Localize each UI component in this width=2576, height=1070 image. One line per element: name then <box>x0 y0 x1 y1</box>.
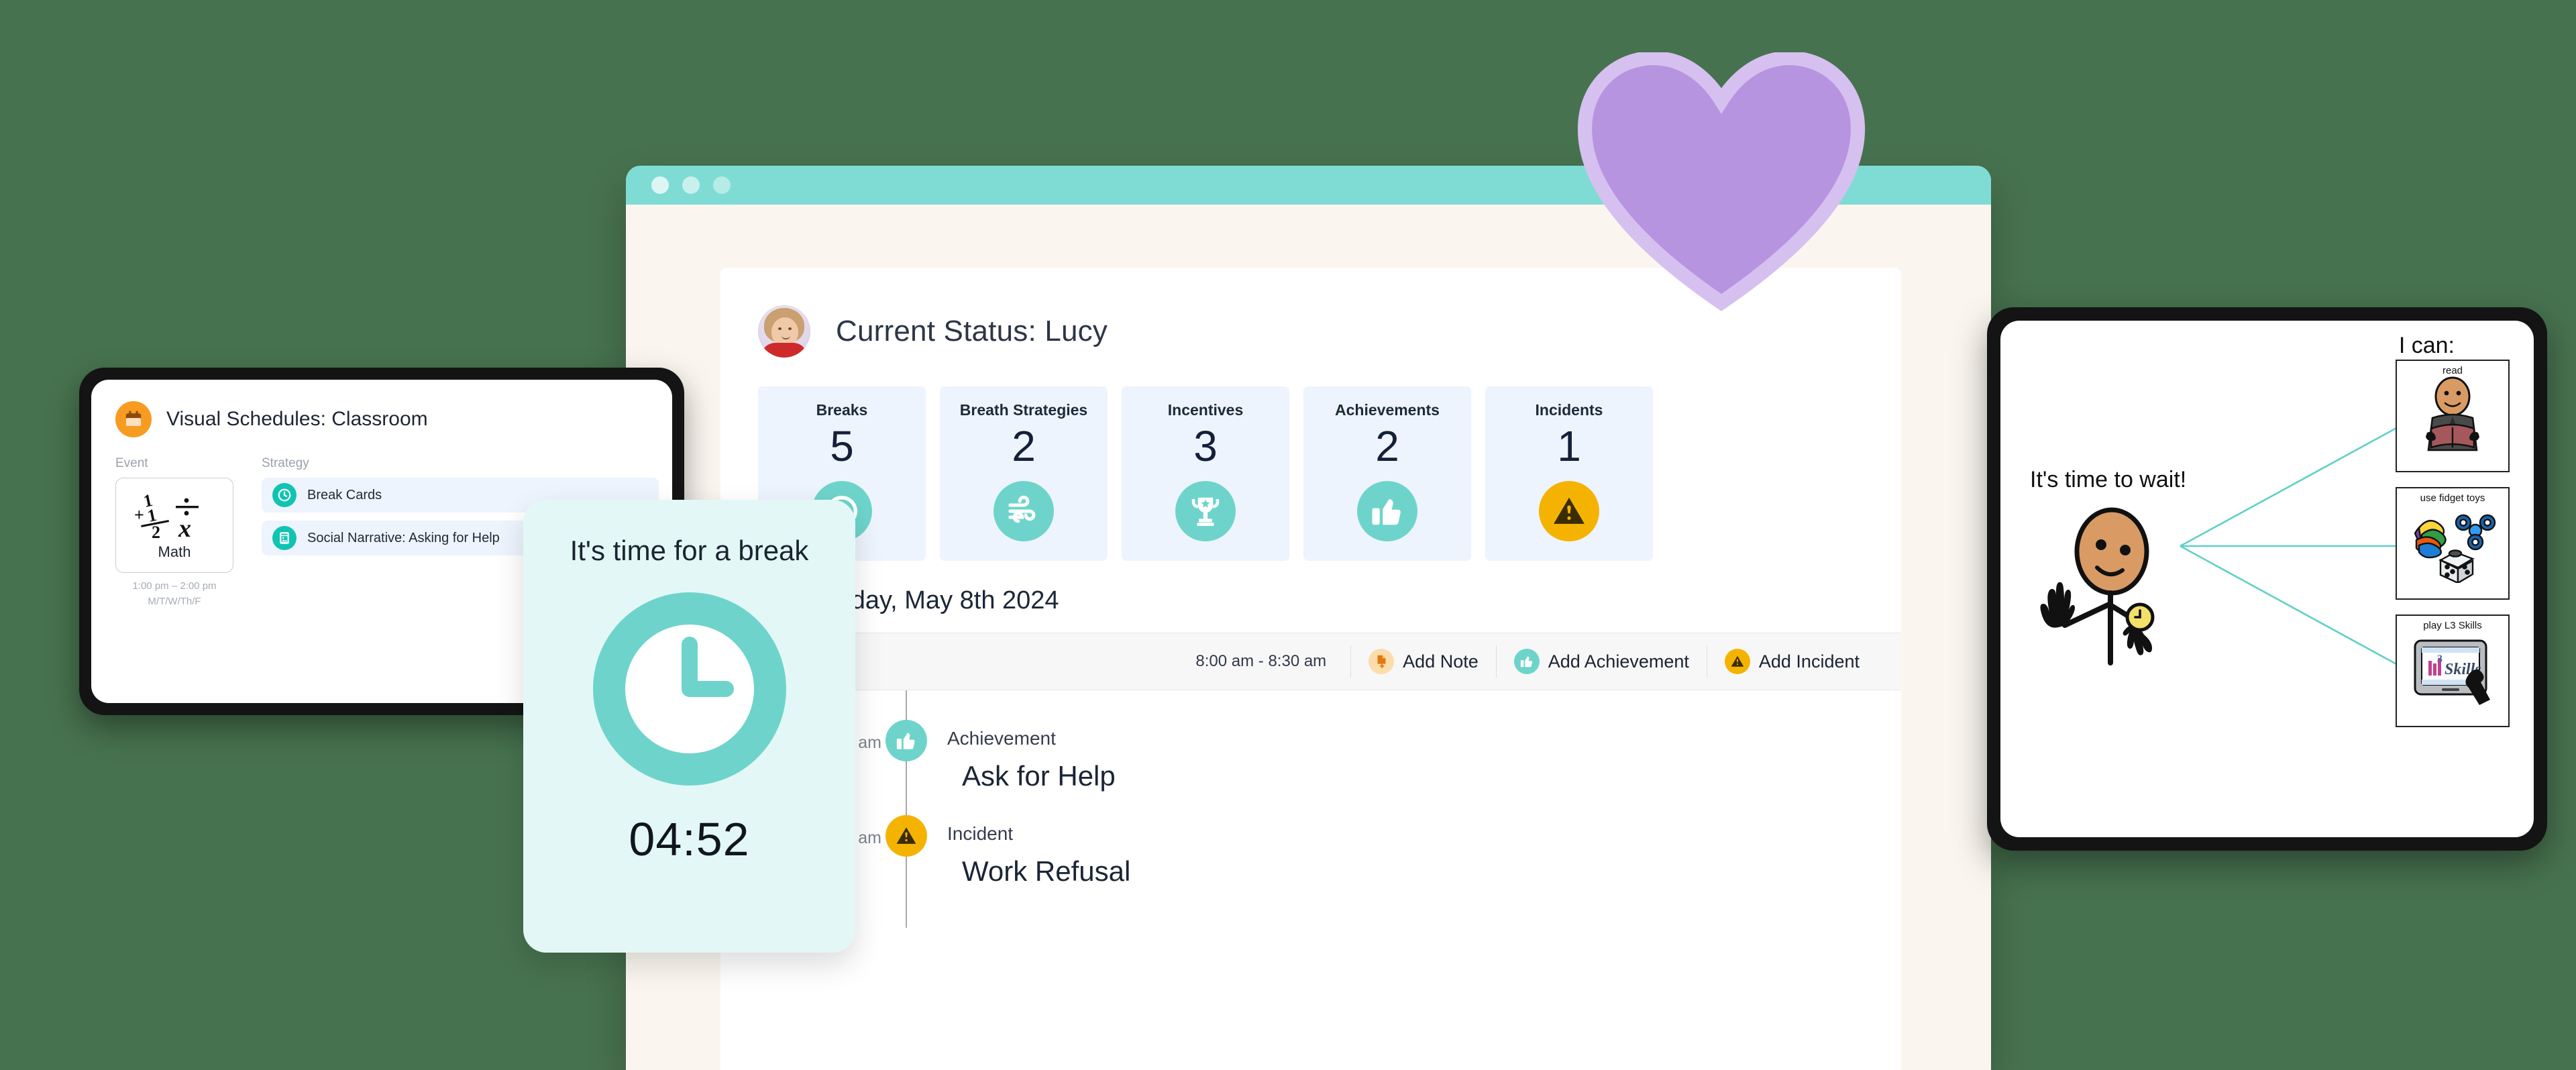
page-title: Current Status: Lucy <box>836 315 1108 347</box>
clock-icon <box>592 592 786 786</box>
strategy-label: Social Narrative: Asking for Help <box>307 530 500 545</box>
choice-card-play-l3-skills[interactable]: play L3 Skills 3 Skills <box>2396 614 2510 727</box>
stat-value: 1 <box>1557 422 1581 470</box>
timeline-title: Work Refusal <box>962 855 1131 887</box>
note-add-icon <box>1368 649 1395 674</box>
tablet-right: I can: It's time to wait! read use fidge… <box>1987 307 2547 851</box>
timeline-item[interactable]: 8:35 am Achievement Ask for Help <box>720 720 1901 792</box>
svg-text:x: x <box>178 515 191 539</box>
add-achievement-button[interactable]: Add Achievement <box>1495 645 1707 678</box>
strategy-column-header: Strategy <box>262 456 309 470</box>
stat-value: 5 <box>830 422 854 470</box>
choice-card-read[interactable]: read <box>2396 360 2510 472</box>
stat-card-incidents[interactable]: Incidents 1 <box>1485 386 1653 561</box>
avatar <box>758 305 810 358</box>
visual-schedules-header: Visual Schedules: Classroom <box>91 380 672 437</box>
stat-value: 3 <box>1193 422 1218 470</box>
stat-value: 2 <box>1375 422 1399 470</box>
timeline-item[interactable]: 8:23 am Incident Work Refusal <box>720 815 1901 888</box>
add-incident-label: Add Incident <box>1758 651 1860 672</box>
break-timer-value: 04:52 <box>629 813 750 865</box>
warning-icon <box>1539 481 1599 541</box>
add-achievement-label: Add Achievement <box>1548 651 1689 672</box>
stat-value: 2 <box>1012 422 1036 470</box>
add-note-button[interactable]: Add Note <box>1350 645 1496 678</box>
event-time: 1:00 pm – 2:00 pm <box>132 580 217 592</box>
maximize-dot[interactable] <box>713 176 731 194</box>
add-incident-button[interactable]: Add Incident <box>1706 645 1877 678</box>
visual-schedules-title: Visual Schedules: Classroom <box>166 408 428 430</box>
choice-board-prompt: It's time to wait! <box>2030 467 2187 492</box>
clock-icon <box>272 483 297 507</box>
event-meta: 1:00 pm – 2:00 pm M/T/W/Th/F <box>115 579 233 609</box>
trophy-icon <box>1175 481 1236 541</box>
timeline-kind: Incident <box>947 823 1014 844</box>
event-days: M/T/W/Th/F <box>148 595 201 607</box>
choice-caption: use fidget toys <box>2420 492 2485 504</box>
heart-shape <box>1577 52 1866 311</box>
stat-label: Incentives <box>1167 401 1244 419</box>
minimize-dot[interactable] <box>682 176 700 194</box>
event-column-header: Event <box>115 456 148 470</box>
close-dot[interactable] <box>651 176 669 194</box>
stat-card-breath-strategies[interactable]: Breath Strategies 2 <box>940 386 1108 561</box>
choice-caption: play L3 Skills <box>2423 620 2482 631</box>
event-timeline: 8:35 am Achievement Ask for Help 8:23 am <box>720 690 1901 928</box>
stat-label: Achievements <box>1335 401 1440 419</box>
math-glyph-icon: 1 + 1 2 x <box>134 490 199 539</box>
stat-card-row: Breaks 5 Breath Strategies 2 Incentives … <box>720 358 1901 561</box>
break-timer-title: It's time for a break <box>570 535 809 566</box>
thumbs-up-icon <box>1357 481 1417 541</box>
person-reading-icon <box>2426 376 2479 451</box>
event-column: Event 1 + 1 2 x Math 1:00 pm – 2:00 pm M… <box>115 456 233 609</box>
tablet-l3skills-icon: 3 Skills <box>2414 639 2490 705</box>
choice-caption: read <box>2442 365 2463 376</box>
image-card-icon <box>272 526 297 550</box>
waiting-stick-figure <box>2040 507 2155 665</box>
tablet-right-screen: I can: It's time to wait! read use fidge… <box>2000 321 2534 837</box>
stat-label: Breath Strategies <box>959 401 1088 419</box>
warning-icon <box>885 815 927 857</box>
calendar-icon <box>115 401 152 437</box>
choice-card-fidget-toys[interactable]: use fidget toys <box>2396 487 2510 600</box>
event-card-math[interactable]: 1 + 1 2 x Math <box>115 478 233 573</box>
date-heading: Wednesday, May 8th 2024 <box>758 586 1059 614</box>
stat-card-incentives[interactable]: Incentives 3 <box>1122 386 1289 561</box>
svg-text:3: 3 <box>2437 653 2443 665</box>
svg-text:+: + <box>134 505 144 525</box>
break-timer-card: It's time for a break 04:52 <box>523 500 855 953</box>
wind-icon <box>994 481 1054 541</box>
stat-label: Incidents <box>1535 401 1603 419</box>
fidget-toys-icon <box>2414 514 2496 583</box>
stat-label: Breaks <box>816 401 868 419</box>
stat-card-achievements[interactable]: Achievements 2 <box>1303 386 1471 561</box>
time-range-label: 8:00 am - 8:30 am <box>1195 652 1327 670</box>
action-bar: 8:00 am - 8:30 am Add Note Add Achieveme… <box>720 633 1901 690</box>
event-name: Math <box>158 543 191 560</box>
svg-text:2: 2 <box>152 523 160 539</box>
timeline-kind: Achievement <box>947 728 1056 749</box>
add-note-label: Add Note <box>1403 651 1479 672</box>
warning-icon <box>1724 649 1750 674</box>
timeline-body: Incident Work Refusal <box>927 815 1130 888</box>
main-content-card: Current Status: Lucy Breaks 5 Breath Str… <box>720 268 1901 1070</box>
composite-scene: Current Status: Lucy Breaks 5 Breath Str… <box>0 0 2576 1070</box>
timeline-body: Achievement Ask for Help <box>927 720 1116 792</box>
thumbs-up-icon <box>885 720 927 761</box>
thumbs-up-icon <box>1513 649 1540 674</box>
strategy-label: Break Cards <box>307 487 382 502</box>
timeline-title: Ask for Help <box>962 760 1116 792</box>
